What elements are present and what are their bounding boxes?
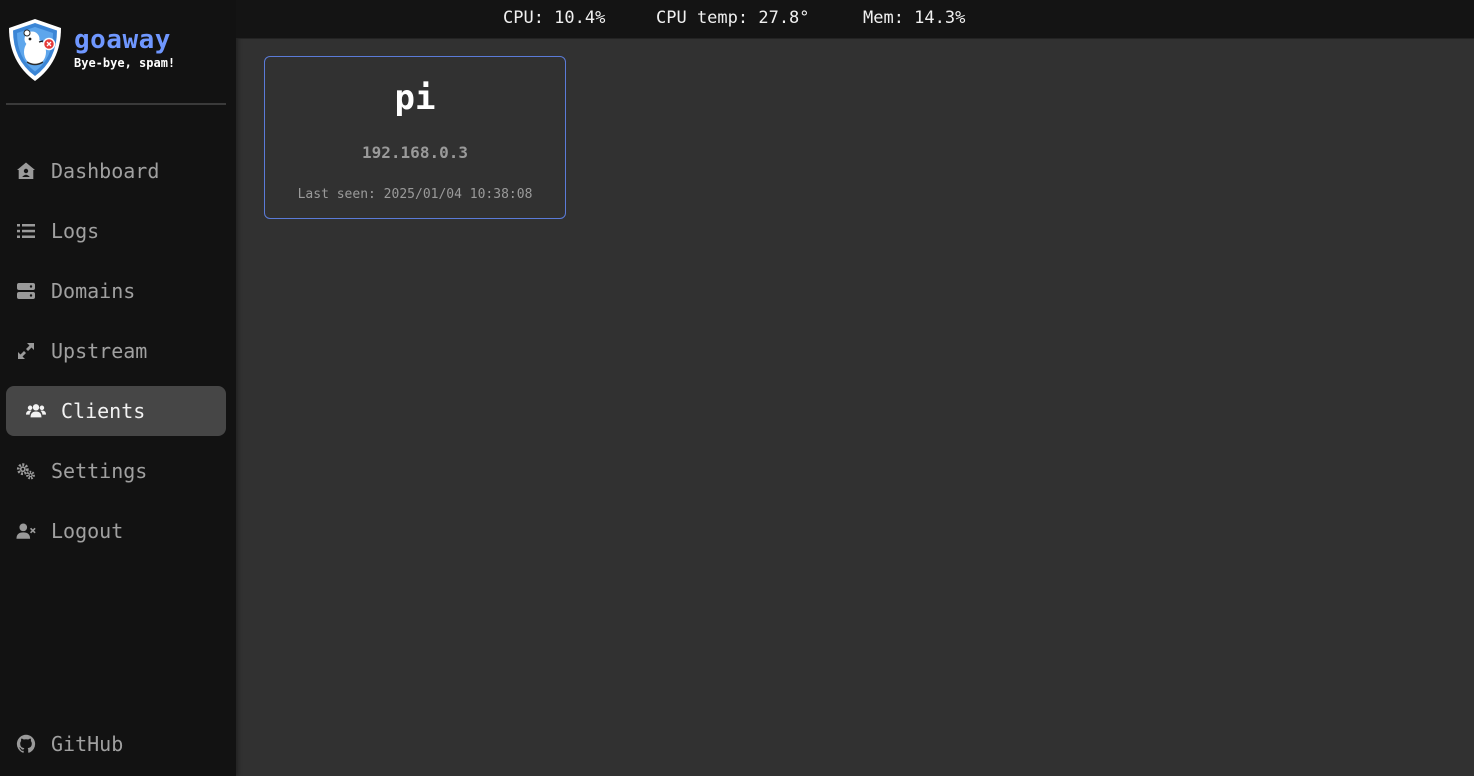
sidebar-item-label: Dashboard: [51, 159, 160, 183]
list-icon: [15, 220, 37, 242]
sidebar-github-link[interactable]: GitHub: [6, 719, 226, 769]
cpu-usage-stat: CPU: 10.4%: [503, 8, 606, 28]
client-name: pi: [394, 78, 436, 118]
sidebar-item-upstream[interactable]: Upstream: [6, 326, 226, 376]
client-last-seen: Last seen: 2025/01/04 10:38:08: [297, 187, 533, 202]
user-xmark-icon: [15, 520, 37, 542]
client-ip-address: 192.168.0.3: [362, 143, 468, 162]
sidebar-item-label: Clients: [61, 399, 146, 423]
sidebar: goaway Bye-bye, spam! Dashboard Logs Dom…: [0, 0, 236, 776]
expand-arrows-icon: [15, 340, 37, 362]
cpu-temp-stat: CPU temp: 27.8°: [656, 8, 810, 28]
sidebar-item-clients[interactable]: Clients: [6, 386, 226, 436]
sidebar-item-label: Upstream: [51, 339, 148, 363]
sidebar-item-logs[interactable]: Logs: [6, 206, 226, 256]
brand[interactable]: goaway Bye-bye, spam!: [6, 18, 175, 82]
client-card[interactable]: pi 192.168.0.3 Last seen: 2025/01/04 10:…: [264, 56, 566, 219]
sidebar-item-label: Domains: [51, 279, 136, 303]
brand-tagline: Bye-bye, spam!: [74, 56, 176, 70]
brand-name: goaway: [74, 25, 171, 55]
sidebar-divider: [6, 103, 226, 105]
server-icon: [15, 280, 37, 302]
github-icon: [15, 733, 37, 755]
sidebar-item-label: Settings: [51, 459, 148, 483]
github-link-label: GitHub: [51, 732, 124, 756]
sidebar-item-logout[interactable]: Logout: [6, 506, 226, 556]
shield-mascot-logo: [9, 19, 61, 81]
gears-icon: [15, 460, 37, 482]
sidebar-item-domains[interactable]: Domains: [6, 266, 226, 316]
memory-usage-stat: Mem: 14.3%: [863, 8, 966, 28]
sidebar-item-label: Logs: [51, 219, 100, 243]
sidebar-item-settings[interactable]: Settings: [6, 446, 226, 496]
house-user-icon: [15, 160, 37, 182]
system-stats-bar: CPU: 10.4% CPU temp: 27.8° Mem: 14.3%: [236, 0, 1474, 39]
users-icon: [25, 400, 47, 422]
sidebar-item-dashboard[interactable]: Dashboard: [6, 146, 226, 196]
sidebar-item-label: Logout: [51, 519, 124, 543]
